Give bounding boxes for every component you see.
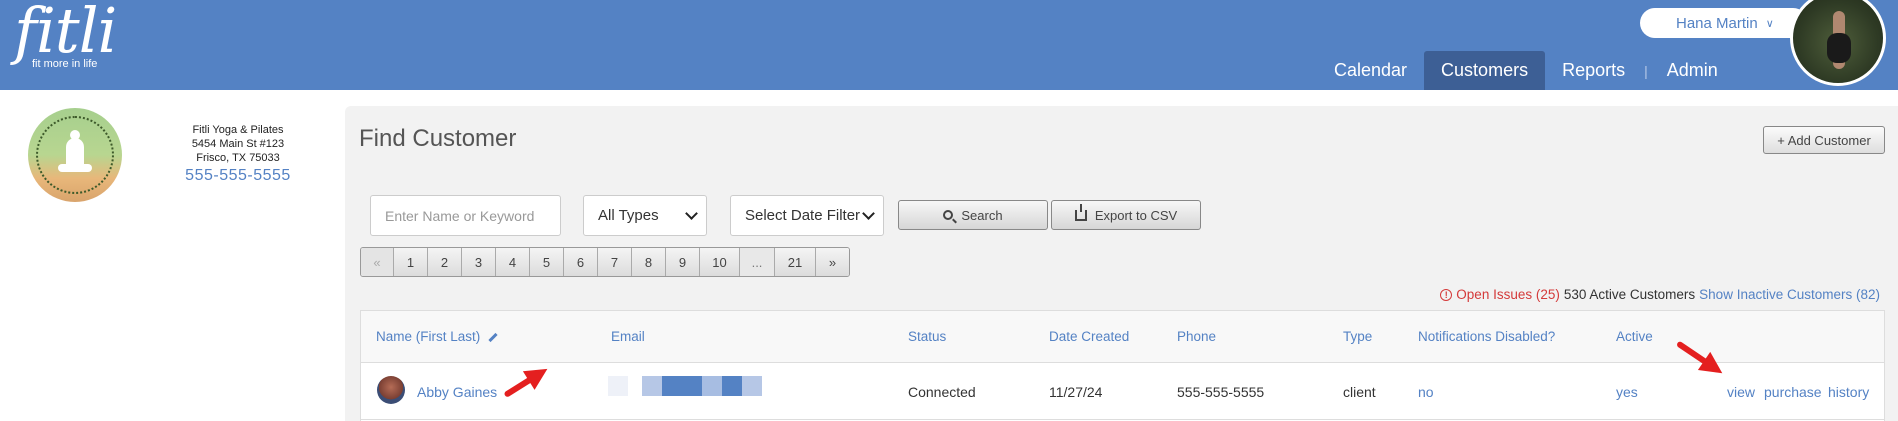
pagination: « 1 2 3 4 5 6 7 8 9 10 ... 21 » bbox=[360, 247, 850, 277]
top-navbar: fitli fit more in life Hana Martin ∨ Cal… bbox=[0, 0, 1898, 90]
open-issues-label: Open Issues (25) bbox=[1456, 287, 1560, 302]
date-created-value: 11/27/24 bbox=[1049, 384, 1103, 400]
redacted-email bbox=[608, 376, 762, 396]
main-nav: Calendar Customers Reports | Admin bbox=[1317, 51, 1735, 90]
fitli-logo[interactable]: fitli fit more in life bbox=[14, 0, 117, 70]
history-link[interactable]: history bbox=[1828, 384, 1869, 400]
user-avatar[interactable] bbox=[1790, 0, 1886, 86]
type-select-value: All Types bbox=[598, 207, 659, 224]
keyword-search-input[interactable]: Enter Name or Keyword bbox=[370, 195, 561, 236]
page-9[interactable]: 9 bbox=[666, 248, 700, 276]
customers-table: Name (First Last) Email Status Date Crea… bbox=[360, 310, 1885, 421]
studio-logo bbox=[28, 108, 122, 202]
nav-customers[interactable]: Customers bbox=[1424, 51, 1546, 90]
purchase-link[interactable]: purchase bbox=[1764, 384, 1822, 400]
header-type[interactable]: Type bbox=[1343, 329, 1372, 344]
active-customers-count: 530 Active Customers bbox=[1563, 287, 1696, 302]
warning-icon: ! bbox=[1440, 288, 1453, 301]
search-button-label: Search bbox=[961, 207, 1003, 223]
nav-calendar[interactable]: Calendar bbox=[1317, 51, 1424, 90]
page-7[interactable]: 7 bbox=[598, 248, 632, 276]
page-4[interactable]: 4 bbox=[496, 248, 530, 276]
export-csv-button[interactable]: Export to CSV bbox=[1051, 200, 1201, 230]
type-select[interactable]: All Types bbox=[583, 195, 707, 236]
notifications-disabled-value[interactable]: no bbox=[1418, 384, 1434, 400]
header-status[interactable]: Status bbox=[908, 329, 946, 344]
export-button-label: Export to CSV bbox=[1094, 207, 1178, 223]
phone-value: 555-555-5555 bbox=[1177, 384, 1265, 400]
header-email[interactable]: Email bbox=[611, 329, 645, 344]
page-2[interactable]: 2 bbox=[428, 248, 462, 276]
chevron-down-icon bbox=[685, 207, 698, 220]
date-filter-value: Select Date Filter bbox=[745, 207, 861, 224]
add-customer-button[interactable]: + Add Customer bbox=[1763, 126, 1885, 154]
nav-admin[interactable]: Admin bbox=[1650, 51, 1735, 90]
nav-divider: | bbox=[1644, 62, 1648, 79]
page-gap: ... bbox=[740, 248, 775, 276]
page-10[interactable]: 10 bbox=[700, 248, 740, 276]
page-1[interactable]: 1 bbox=[394, 248, 428, 276]
studio-address-line2: Frisco, TX 75033 bbox=[196, 152, 280, 164]
header-notifications[interactable]: Notifications Disabled? bbox=[1418, 329, 1555, 344]
page-title: Find Customer bbox=[359, 125, 517, 152]
page-3[interactable]: 3 bbox=[462, 248, 496, 276]
page-5[interactable]: 5 bbox=[530, 248, 564, 276]
studio-address: Fitli Yoga & Pilates 5454 Main St #123 F… bbox=[150, 123, 326, 184]
user-name: Hana Martin bbox=[1676, 14, 1758, 32]
header-date-created[interactable]: Date Created bbox=[1049, 329, 1129, 344]
type-value: client bbox=[1343, 384, 1376, 400]
pencil-icon bbox=[488, 332, 498, 343]
studio-name: Fitli Yoga & Pilates bbox=[192, 124, 284, 136]
page-last[interactable]: 21 bbox=[775, 248, 816, 276]
customer-stats: ! Open Issues (25) 530 Active Customers … bbox=[1440, 287, 1880, 302]
search-icon bbox=[943, 210, 954, 220]
page-prev[interactable]: « bbox=[361, 248, 394, 276]
studio-address-line1: 5454 Main St #123 bbox=[191, 138, 285, 150]
search-button[interactable]: Search bbox=[898, 200, 1048, 230]
download-icon bbox=[1074, 203, 1087, 221]
page-6[interactable]: 6 bbox=[564, 248, 598, 276]
customer-name-link[interactable]: Abby Gaines bbox=[417, 384, 497, 400]
table-header: Name (First Last) Email Status Date Crea… bbox=[361, 311, 1884, 363]
header-phone[interactable]: Phone bbox=[1177, 329, 1216, 344]
table-row[interactable]: Abby Gaines Connected 11/27/24 555-555-5… bbox=[361, 363, 1884, 420]
logo-wordmark: fitli bbox=[14, 0, 117, 67]
date-filter-select[interactable]: Select Date Filter bbox=[730, 195, 884, 236]
header-active[interactable]: Active bbox=[1616, 329, 1653, 344]
page-next[interactable]: » bbox=[816, 248, 849, 276]
open-issues-link[interactable]: ! Open Issues (25) bbox=[1440, 287, 1560, 302]
header-name[interactable]: Name (First Last) bbox=[376, 329, 498, 344]
nav-reports[interactable]: Reports bbox=[1545, 51, 1642, 90]
status-value: Connected bbox=[908, 384, 976, 400]
avatar bbox=[377, 376, 405, 404]
chevron-down-icon bbox=[862, 207, 875, 220]
studio-phone[interactable]: 555-555-5555 bbox=[150, 168, 326, 184]
user-menu[interactable]: Hana Martin ∨ bbox=[1640, 8, 1808, 38]
view-link[interactable]: view bbox=[1727, 384, 1755, 400]
show-inactive-link[interactable]: Show Inactive Customers (82) bbox=[1699, 287, 1880, 302]
page-8[interactable]: 8 bbox=[632, 248, 666, 276]
active-value[interactable]: yes bbox=[1616, 384, 1638, 400]
chevron-down-icon: ∨ bbox=[1765, 17, 1774, 30]
